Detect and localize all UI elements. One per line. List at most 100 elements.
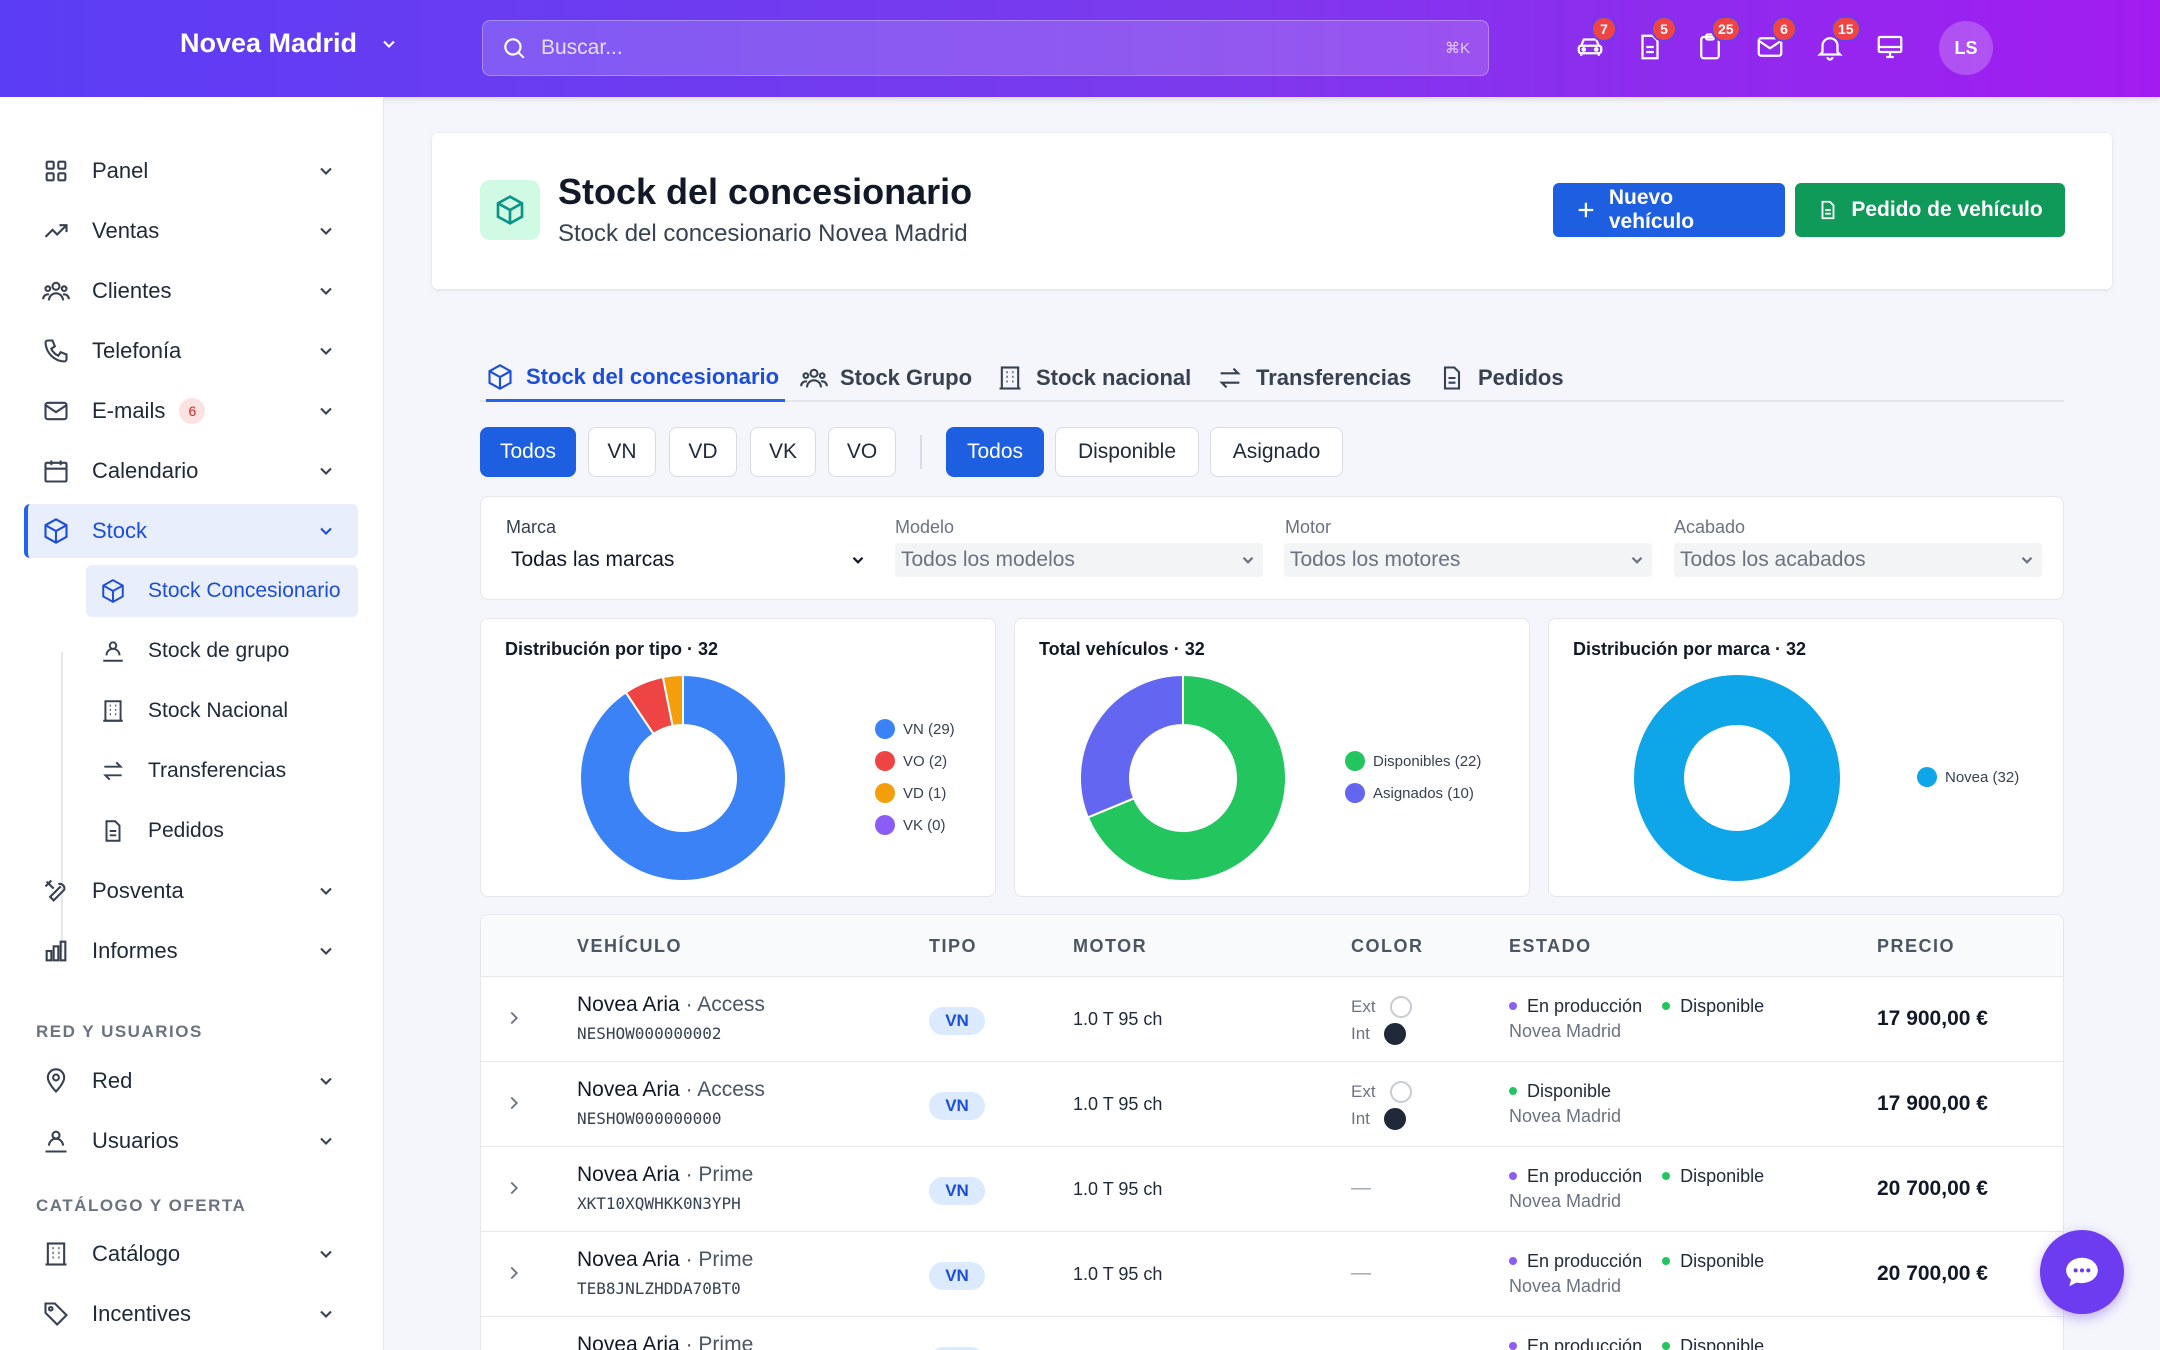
- motor-value: Todos los motores: [1290, 548, 1461, 571]
- search-input[interactable]: Buscar... ⌘K: [482, 20, 1489, 76]
- available-dot: [1662, 1342, 1671, 1350]
- status-filter-asignado[interactable]: Asignado: [1210, 427, 1343, 477]
- chart-legend: VN (29) VO (2) VD (1) VK (0): [875, 713, 955, 841]
- vehicle-trim: · Access: [685, 1078, 765, 1101]
- sidebar-item-red[interactable]: Red: [24, 1054, 358, 1108]
- sidebar-item-ventas[interactable]: Ventas: [24, 204, 358, 258]
- documents-button[interactable]: 5: [1635, 16, 1677, 64]
- sidebar-item-clientes[interactable]: Clientes: [24, 264, 358, 318]
- sidebar-subitem-stock-nacional[interactable]: Stock Nacional: [86, 685, 358, 737]
- sidebar-item-incentives[interactable]: Incentives: [24, 1287, 358, 1341]
- table-row[interactable]: Novea Aria · Access NESHOW000000002 VN 1.0 …: [481, 977, 2063, 1062]
- col-precio[interactable]: PRECIO: [1877, 936, 1955, 957]
- page-header: Stock del concesionario Stock del conces…: [432, 133, 2112, 289]
- sidebar-item-label: Red: [92, 1068, 133, 1093]
- mail-button[interactable]: 6: [1755, 16, 1797, 64]
- chevron-right-icon[interactable]: [503, 1007, 525, 1029]
- chat-bubble-icon: [2066, 1257, 2098, 1287]
- new-vehicle-label: Nuevo vehículo: [1608, 186, 1695, 233]
- production-dot: [1509, 1342, 1517, 1350]
- status-cell: En producción Disponible: [1509, 1333, 1764, 1350]
- sidebar-subitem-label: Stock Concesionario: [148, 579, 341, 602]
- sidebar-subitem-label: Stock Nacional: [148, 699, 289, 722]
- table-row[interactable]: Novea Aria · PrimeVNEn producciónDisponi…: [481, 1317, 2063, 1350]
- sidebar-item-label: Usuarios: [92, 1128, 179, 1153]
- section-title-catalogo: CATÁLOGO Y OFERTA: [36, 1196, 247, 1215]
- type-filter-todos[interactable]: Todos: [480, 427, 576, 477]
- sidebar-item-label: Incentives: [92, 1301, 192, 1326]
- status-filter-todos[interactable]: Todos: [946, 427, 1044, 477]
- type-filter-vn[interactable]: VN: [588, 427, 656, 477]
- type-filter-vd[interactable]: VD: [669, 427, 737, 477]
- dealer-switcher[interactable]: Novea Madrid: [180, 28, 399, 59]
- vehicle-model: Novea Aria: [577, 1163, 680, 1186]
- chevron-down-icon: [320, 407, 332, 415]
- legend-item: VO (2): [875, 745, 955, 777]
- notifications-button[interactable]: 15: [1815, 16, 1861, 64]
- sidebar-subitem-pedidos[interactable]: Pedidos: [86, 805, 358, 857]
- col-vehiculo[interactable]: VEHÍCULO: [577, 936, 682, 957]
- chart-title: Distribución por tipo · 32: [505, 639, 719, 659]
- sidebar-item-telefonia[interactable]: Telefonía: [24, 324, 358, 378]
- vehicle-vin: TEB8JNLZHDDA70BT0: [577, 1279, 741, 1298]
- col-estado[interactable]: ESTADO: [1509, 936, 1592, 957]
- chevron-down-icon: [852, 556, 864, 564]
- chevron-right-icon[interactable]: [503, 1262, 525, 1284]
- chart-card-marca: Distribución por marca · 32 Novea (32): [1548, 618, 2064, 897]
- display-button[interactable]: [1875, 32, 1907, 64]
- marca-value: Todas las marcas: [511, 548, 675, 571]
- price-cell: 17 900,00 €: [1877, 1007, 1988, 1030]
- user-avatar[interactable]: LS: [1939, 21, 1993, 75]
- sidebar-item-catalogo[interactable]: Catálogo: [24, 1227, 358, 1281]
- table-row[interactable]: Novea Aria · Access NESHOW000000000 VN 1.0 …: [481, 1062, 2063, 1147]
- brand-name: Novea Madrid: [180, 28, 358, 58]
- sidebar-item-emails[interactable]: E-mails 6: [24, 384, 358, 438]
- tab-transferencias[interactable]: Transferencias: [1216, 354, 1411, 402]
- modelo-value: Todos los modelos: [901, 548, 1075, 571]
- sidebar-item-panel[interactable]: Panel: [24, 144, 358, 198]
- tab-pedidos[interactable]: Pedidos: [1438, 354, 1564, 402]
- legend-item: Asignados (10): [1345, 777, 1481, 809]
- motor-select[interactable]: Todos los motores: [1284, 543, 1652, 577]
- vehicle-order-button[interactable]: Pedido de vehículo: [1795, 183, 2065, 237]
- col-motor[interactable]: MOTOR: [1073, 936, 1147, 957]
- tab-stock-concesionario[interactable]: Stock del concesionario: [486, 354, 786, 402]
- available-dot: [1509, 1087, 1517, 1095]
- tab-stock-nacional[interactable]: Stock nacional: [996, 354, 1191, 402]
- car-notification-button[interactable]: 7: [1575, 16, 1617, 64]
- table-row[interactable]: Novea Aria · Prime TEB8JNLZHDDA70BT0 VN 1.0…: [481, 1232, 2063, 1317]
- donut-slice[interactable]: [1079, 673, 1184, 819]
- new-vehicle-button[interactable]: Nuevo vehículo: [1553, 183, 1785, 237]
- sidebar-item-usuarios[interactable]: Usuarios: [24, 1114, 358, 1168]
- user-group-icon: [103, 641, 123, 662]
- sidebar-item-informes[interactable]: Informes: [24, 924, 358, 978]
- sidebar-item-calendario[interactable]: Calendario: [24, 444, 358, 498]
- chat-button[interactable]: [2040, 1230, 2124, 1314]
- donut-slice[interactable]: [1634, 675, 1840, 881]
- tasks-button[interactable]: 25: [1695, 16, 1741, 64]
- sidebar-item-posventa[interactable]: Posventa: [24, 864, 358, 918]
- status-filter-disponible[interactable]: Disponible: [1055, 427, 1199, 477]
- modelo-select[interactable]: Todos los modelos: [895, 543, 1263, 577]
- page-icon: [480, 180, 540, 240]
- users-icon: [42, 281, 70, 301]
- sidebar-subitem-stock-grupo[interactable]: Stock de grupo: [86, 625, 358, 677]
- table-row[interactable]: Novea Aria · Prime XKT10XQWHKK0N3YPH VN 1.0…: [481, 1147, 2063, 1232]
- chevron-right-icon[interactable]: [503, 1092, 525, 1114]
- status-cell: En producción Disponible Novea Madrid: [1509, 1163, 1764, 1212]
- sidebar-subitem-transferencias[interactable]: Transferencias: [86, 745, 358, 797]
- col-tipo[interactable]: TIPO: [929, 936, 977, 957]
- col-color[interactable]: COLOR: [1351, 936, 1424, 957]
- legend-swatch: [1345, 751, 1365, 771]
- search-icon: [504, 38, 525, 59]
- marca-select[interactable]: Todas las marcas: [505, 543, 873, 577]
- sidebar-subitem-label: Pedidos: [148, 819, 224, 842]
- tab-stock-grupo[interactable]: Stock Grupo: [800, 354, 972, 402]
- sidebar-item-stock[interactable]: Stock: [24, 504, 358, 558]
- chevron-down-icon: [320, 347, 332, 355]
- acabado-select[interactable]: Todos los acabados: [1674, 543, 2042, 577]
- chevron-right-icon[interactable]: [503, 1177, 525, 1199]
- type-filter-vo[interactable]: VO: [828, 427, 896, 477]
- sidebar-subitem-stock-concesionario[interactable]: Stock Concesionario: [86, 565, 358, 617]
- type-filter-vk[interactable]: VK: [750, 427, 816, 477]
